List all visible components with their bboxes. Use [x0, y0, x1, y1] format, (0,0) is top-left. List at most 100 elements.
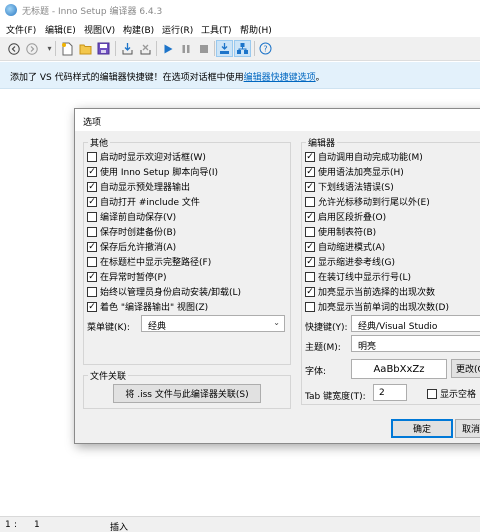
- tab-width-input[interactable]: 2: [373, 384, 407, 401]
- checkbox-checked[interactable]: ✓: [305, 166, 315, 177]
- font-preview: AaBbXxZz: [351, 359, 447, 379]
- checkbox-checked[interactable]: ✓: [305, 151, 315, 162]
- checkbox-checked[interactable]: ✓: [87, 241, 97, 252]
- app-icon: [5, 4, 17, 16]
- option-pause-on-exception[interactable]: ✓ 在异常时暂停(P): [87, 270, 166, 283]
- option-run-as-admin[interactable]: 始终以管理员身份启动安装/卸载(L): [87, 285, 241, 298]
- terminate-icon[interactable]: [195, 40, 212, 57]
- toggle-breakpoint-icon[interactable]: [216, 40, 233, 57]
- checkbox-checked[interactable]: ✓: [87, 166, 97, 177]
- menu-edit[interactable]: 编辑(E): [45, 23, 76, 36]
- option-full-path-title[interactable]: 在标题栏中显示完整路径(F): [87, 255, 211, 268]
- open-file-icon[interactable]: [77, 40, 94, 57]
- checkbox[interactable]: [427, 388, 437, 399]
- theme-label: 主题(M):: [305, 343, 341, 353]
- svg-text:?: ?: [263, 45, 267, 54]
- option-section-folding[interactable]: ✓ 启用区段折叠(O): [305, 210, 386, 223]
- option-highlight-selection[interactable]: ✓ 加亮显示当前选择的出现次数: [305, 285, 435, 298]
- checkbox-checked[interactable]: ✓: [87, 301, 97, 312]
- checkbox-checked[interactable]: ✓: [305, 256, 315, 267]
- checkbox[interactable]: [87, 286, 97, 297]
- option-auto-indent[interactable]: ✓ 自动缩进模式(A): [305, 240, 385, 253]
- notification-text: 添加了 VS 代码样式的编辑器快捷键！在选项对话框中使用: [10, 73, 244, 83]
- pause-icon[interactable]: [177, 40, 194, 57]
- status-line: 1: [5, 520, 11, 530]
- option-backup[interactable]: 保存时创建备份(B): [87, 225, 176, 238]
- compile-icon[interactable]: [119, 40, 136, 57]
- menu-tools[interactable]: 工具(T): [201, 23, 232, 36]
- debug-step-icon[interactable]: [234, 40, 251, 57]
- menu-file[interactable]: 文件(F): [6, 23, 36, 36]
- option-open-includes[interactable]: ✓ 自动打开 #include 文件: [87, 195, 200, 208]
- font-label: 字体:: [305, 367, 327, 377]
- stop-compile-icon[interactable]: [137, 40, 154, 57]
- notification-message: 添加了 VS 代码样式的编辑器快捷键！在选项对话框中使用编辑器快捷键选项。: [10, 70, 325, 83]
- status-sep: :: [14, 520, 18, 530]
- option-show-spaces[interactable]: 显示空格: [427, 387, 476, 400]
- change-font-button[interactable]: 更改(C): [451, 359, 480, 378]
- run-icon[interactable]: [159, 40, 176, 57]
- checkbox[interactable]: [87, 151, 97, 162]
- theme-select[interactable]: 明亮: [351, 335, 480, 352]
- menu-help[interactable]: 帮助(H): [240, 23, 272, 36]
- option-gutter-line-numbers[interactable]: 在装订线中显示行号(L): [305, 270, 411, 283]
- checkbox[interactable]: [305, 196, 315, 207]
- editor-shortcut-options-link[interactable]: 编辑器快捷键选项: [244, 73, 316, 83]
- checkbox-checked[interactable]: ✓: [87, 181, 97, 192]
- checkbox-checked[interactable]: ✓: [305, 181, 315, 192]
- new-file-icon[interactable]: [59, 40, 76, 57]
- associate-iss-button[interactable]: 将 .iss 文件与此编译器关联(S): [113, 384, 261, 403]
- notification-suffix: 。: [315, 73, 325, 83]
- option-script-wizard[interactable]: ✓ 使用 Inno Setup 脚本向导(I): [87, 165, 218, 178]
- options-dialog: 选项 其他 启动时显示欢迎对话框(W) ✓ 使用 Inno Setup 脚本向导(…: [74, 108, 480, 444]
- title-bar: 无标题 - Inno Setup 编译器 6.4.3: [0, 0, 480, 20]
- checkbox[interactable]: [87, 256, 97, 267]
- editor-group-label: 编辑器: [306, 136, 338, 149]
- help-icon[interactable]: ?: [257, 40, 274, 57]
- history-back-icon[interactable]: [5, 40, 22, 57]
- status-insert-mode: 插入: [110, 523, 129, 532]
- menu-view[interactable]: 视图(V): [84, 23, 115, 36]
- tab-width-label: Tab 键宽度(T):: [305, 392, 366, 402]
- option-colorize-output[interactable]: ✓ 着色 "编译器输出" 视图(Z): [87, 300, 208, 313]
- option-autosave[interactable]: 编译前自动保存(V): [87, 210, 176, 223]
- checkbox-checked[interactable]: ✓: [87, 196, 97, 207]
- checkbox[interactable]: [305, 271, 315, 282]
- checkbox-checked[interactable]: ✓: [87, 271, 97, 282]
- menu-keys-select[interactable]: 经典 ⌄: [141, 315, 285, 332]
- checkbox-checked[interactable]: ✓: [305, 286, 315, 297]
- checkbox[interactable]: [87, 211, 97, 222]
- notification-bar: 添加了 VS 代码样式的编辑器快捷键！在选项对话框中使用编辑器快捷键选项。: [0, 62, 480, 89]
- menu-run[interactable]: 运行(R): [162, 23, 193, 36]
- checkbox-checked[interactable]: ✓: [305, 241, 315, 252]
- option-cursor-past-eol[interactable]: 允许光标移动到行尾以外(E): [305, 195, 430, 208]
- cancel-button[interactable]: 取消: [455, 419, 480, 438]
- dialog-title: 选项: [83, 118, 102, 128]
- toolbar: ▾ ?: [0, 37, 480, 61]
- checkbox[interactable]: [87, 226, 97, 237]
- checkbox[interactable]: [305, 226, 315, 237]
- menu-bar: 文件(F) 编辑(E) 视图(V) 构建(B) 运行(R) 工具(T) 帮助(H…: [0, 20, 480, 37]
- menu-build[interactable]: 构建(B): [123, 23, 154, 36]
- shortcut-select[interactable]: 经典/Visual Studio: [351, 315, 480, 332]
- option-indent-guides[interactable]: ✓ 显示缩进参考线(G): [305, 255, 395, 268]
- option-highlight-word[interactable]: 加亮显示当前单词的出现次数(D): [305, 300, 449, 313]
- file-association-label: 文件关联: [88, 369, 129, 382]
- option-syntax-highlight[interactable]: ✓ 使用语法加亮显示(H): [305, 165, 404, 178]
- option-preprocessor-output[interactable]: ✓ 自动显示预处理器输出: [87, 180, 190, 193]
- window-title: 无标题 - Inno Setup 编译器 6.4.3: [22, 7, 163, 17]
- option-show-welcome[interactable]: 启动时显示欢迎对话框(W): [87, 150, 206, 163]
- option-underline-errors[interactable]: ✓ 下划线语法错误(S): [305, 180, 394, 193]
- checkbox[interactable]: [305, 301, 315, 312]
- dialog-title-bar: 选项: [75, 109, 480, 131]
- option-autocomplete[interactable]: ✓ 自动调用自动完成功能(M): [305, 150, 423, 163]
- history-forward-icon[interactable]: [23, 40, 40, 57]
- toolbar-separator: [214, 41, 215, 56]
- option-undo-after-save[interactable]: ✓ 保存后允许撤消(A): [87, 240, 176, 253]
- ok-button[interactable]: 确定: [391, 419, 453, 438]
- checkbox-checked[interactable]: ✓: [305, 211, 315, 222]
- option-use-tabs[interactable]: 使用制表符(B): [305, 225, 376, 238]
- chevron-down-icon: ⌄: [273, 318, 280, 327]
- toolbar-separator: [254, 41, 255, 56]
- save-file-icon[interactable]: [95, 40, 112, 57]
